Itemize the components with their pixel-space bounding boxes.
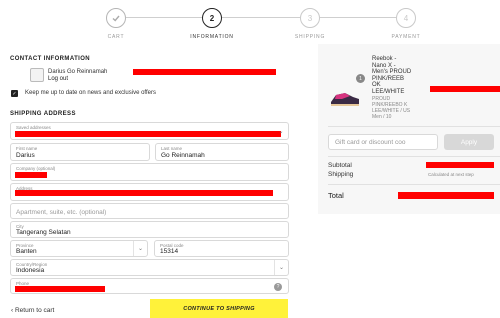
redacted-company: [15, 172, 47, 178]
company-label: Company (optional): [16, 166, 56, 171]
step-shipping: 3: [300, 8, 320, 28]
subtotal-label: Subtotal: [328, 162, 352, 169]
redacted-address: [15, 190, 273, 196]
first-name-value: Darius: [16, 152, 35, 159]
city-value: Tangerang Selatan: [16, 229, 71, 236]
postal-code-value: 15314: [160, 248, 179, 255]
phone-field[interactable]: Phone ?: [10, 278, 289, 294]
return-to-cart-link[interactable]: ‹ Return to cart: [11, 307, 54, 314]
redacted-subtotal: [426, 162, 494, 168]
shipping-value: Calculated at next step: [428, 172, 474, 177]
address-field[interactable]: Address: [10, 183, 289, 201]
apartment-placeholder: Apartment, suite, etc. (optional): [16, 209, 107, 216]
check-icon: [112, 15, 120, 22]
total-label: Total: [328, 191, 344, 200]
company-field[interactable]: Company (optional): [10, 163, 289, 181]
discount-code-input[interactable]: Gift card or discount coo: [328, 134, 438, 150]
avatar: [30, 68, 44, 82]
redacted-total: [398, 192, 494, 199]
redacted-phone: [15, 286, 105, 292]
shipping-label: Shipping: [328, 171, 354, 178]
last-name-label: Last name: [161, 146, 183, 151]
step-information: 2: [202, 8, 222, 28]
redacted-saved-address: [15, 131, 281, 137]
newsletter-label: Keep me up to date on news and exclusive…: [25, 90, 156, 96]
apply-discount-button[interactable]: Apply: [444, 134, 494, 150]
logout-link[interactable]: Log out: [48, 76, 68, 82]
province-value: Banten: [16, 248, 37, 255]
step-label-shipping: SHIPPING: [294, 34, 326, 40]
postal-code-field[interactable]: Postal code 15314: [154, 240, 289, 257]
quantity-badge: 1: [356, 74, 365, 83]
chevron-down-icon: ⌄: [278, 128, 284, 135]
step-label-information: INFORMATION: [190, 34, 234, 40]
apartment-field[interactable]: Apartment, suite, etc. (optional): [10, 203, 289, 219]
product-variant: PROUD PINK/REEBO K LEE/WHITE / US Men / …: [372, 96, 411, 120]
redacted-email: [133, 69, 276, 75]
country-select[interactable]: Country/Region Indonesia ⌄: [10, 259, 289, 276]
city-field[interactable]: City Tangerang Selatan: [10, 221, 289, 238]
contact-section-title: CONTACT INFORMATION: [10, 56, 91, 62]
saved-addresses-select[interactable]: Saved addresses ⌄: [10, 122, 289, 140]
order-summary: 1 Reebok - Nano X - Men's PROUD PINK/REE…: [318, 44, 500, 214]
saved-addresses-label: Saved addresses: [16, 125, 51, 130]
step-payment: 4: [396, 8, 416, 28]
step-connector: [320, 17, 396, 18]
shoe-icon: [331, 93, 359, 106]
step-connector: [126, 17, 202, 18]
step-cart[interactable]: [106, 8, 126, 28]
product-thumbnail: [328, 80, 362, 114]
country-value: Indonesia: [16, 267, 45, 274]
step-label-cart: CART: [107, 34, 125, 40]
last-name-value: Go Reinnamah: [161, 152, 205, 159]
summary-divider: [328, 156, 500, 157]
province-select[interactable]: Province Banten ⌄: [10, 240, 148, 257]
summary-divider: [328, 184, 500, 185]
first-name-label: First name: [16, 146, 38, 151]
help-icon[interactable]: ?: [274, 283, 282, 291]
product-name: Reebok - Nano X - Men's PROUD PINK/REEB …: [372, 56, 412, 95]
continue-to-shipping-button[interactable]: CONTINUE TO SHIPPING: [150, 299, 288, 318]
step-connector: [222, 17, 300, 18]
shipping-section-title: SHIPPING ADDRESS: [10, 111, 76, 117]
step-label-payment: PAYMENT: [391, 34, 421, 40]
newsletter-checkbox[interactable]: ✓: [11, 90, 18, 97]
customer-name: Darius Go Reinnamah: [48, 69, 108, 75]
checkout-stepper: 2 3 4 CART INFORMATION SHIPPING PAYMENT: [90, 8, 430, 40]
redacted-product-price: [430, 86, 500, 92]
chevron-down-icon: ⌄: [274, 260, 288, 275]
last-name-field[interactable]: Last name Go Reinnamah: [155, 143, 289, 161]
summary-divider: [328, 126, 500, 127]
chevron-down-icon: ⌄: [133, 241, 147, 256]
first-name-field[interactable]: First name Darius: [10, 143, 150, 161]
